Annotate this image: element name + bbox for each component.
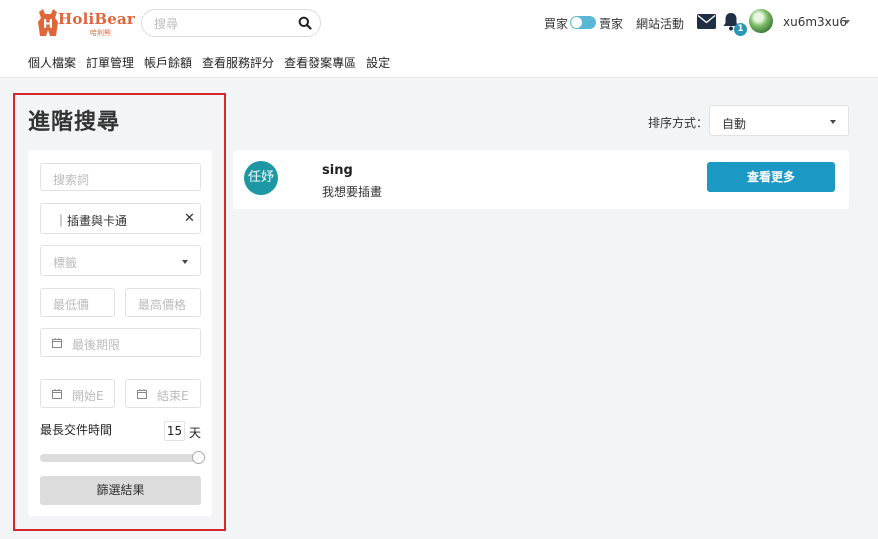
user-avatar[interactable] (749, 9, 773, 33)
role-toggle-knob (571, 17, 582, 28)
category-select[interactable]: ｜插畫與卡通 ✕ (40, 203, 201, 234)
calendar-icon (52, 389, 62, 399)
end-date-placeholder: 結束E (157, 389, 189, 403)
role-buyer-label: 買家 (544, 17, 569, 31)
result-avatar[interactable]: 任妤 (244, 161, 278, 195)
nav-profile[interactable]: 個人檔案 (28, 54, 76, 70)
sort-select[interactable]: 自動 (709, 105, 849, 136)
logo-text: HoliBear (58, 10, 136, 28)
min-price-field[interactable]: 最低價 (40, 288, 115, 317)
search-box (141, 9, 321, 37)
start-date-placeholder: 開始E (72, 389, 104, 403)
start-date-field[interactable]: 開始E (40, 379, 115, 408)
slider-fill (40, 454, 198, 462)
notification-badge: 1 (734, 23, 747, 36)
calendar-icon (52, 338, 62, 348)
tags-select[interactable]: 標籤 (40, 245, 201, 276)
nav-settings[interactable]: 設定 (366, 54, 390, 70)
result-title[interactable]: sing (322, 163, 353, 178)
calendar-icon (137, 389, 147, 399)
min-price-placeholder: 最低價 (53, 298, 90, 312)
holibear-logo[interactable]: HoliBear 哈利熊 (36, 6, 135, 40)
site-events-link[interactable]: 網站活動 (636, 15, 684, 32)
role-toggle[interactable] (570, 16, 596, 29)
sort-value: 自動 (722, 117, 747, 131)
nav-projects[interactable]: 查看發案專區 (284, 54, 356, 70)
chevron-down-icon[interactable] (844, 20, 850, 24)
nav-balance[interactable]: 帳戶餘額 (144, 54, 192, 70)
bear-logo-icon (38, 9, 58, 36)
deadline-placeholder: 最後期限 (72, 338, 121, 352)
sort-label: 排序方式： (648, 116, 709, 130)
close-icon[interactable]: ✕ (184, 211, 195, 226)
username-menu[interactable]: xu6m3xu6 (783, 15, 847, 29)
mail-icon[interactable] (697, 14, 716, 29)
role-seller-label: 賣家 (599, 17, 624, 31)
category-value: ｜插畫與卡通 (55, 214, 128, 228)
filter-results-button[interactable]: 篩選結果 (40, 476, 201, 505)
chevron-down-icon (182, 260, 188, 264)
max-delivery-time-label: 最長交件時間 (40, 423, 113, 437)
deadline-field[interactable]: 最後期限 (40, 328, 201, 357)
nav-orders[interactable]: 訂單管理 (86, 54, 134, 70)
view-more-button[interactable]: 查看更多 (707, 162, 835, 192)
days-unit-label: 天 (189, 426, 202, 440)
keyword-field[interactable]: 搜索詞 (40, 163, 201, 191)
nav-service-ratings[interactable]: 查看服務評分 (202, 54, 274, 70)
delivery-time-slider[interactable] (40, 454, 198, 462)
end-date-field[interactable]: 結束E (125, 379, 201, 408)
keyword-placeholder: 搜索詞 (53, 173, 90, 187)
max-price-field[interactable]: 最高價格 (125, 288, 201, 317)
profile-nav: 個人檔案 訂單管理 帳戶餘額 查看服務評分 查看發案專區 設定 (28, 54, 390, 70)
chevron-down-icon (830, 120, 836, 124)
result-description: 我想要插畫 (322, 185, 383, 199)
slider-handle[interactable] (192, 451, 205, 464)
max-price-placeholder: 最高價格 (138, 298, 187, 312)
search-icon[interactable] (298, 16, 312, 30)
tags-placeholder: 標籤 (53, 256, 78, 270)
logo-subtext: 哈利熊 (90, 29, 111, 37)
advanced-search-title: 進階搜尋 (28, 110, 121, 135)
search-input[interactable] (154, 15, 294, 33)
max-delivery-days-input[interactable]: 15 (164, 421, 185, 441)
